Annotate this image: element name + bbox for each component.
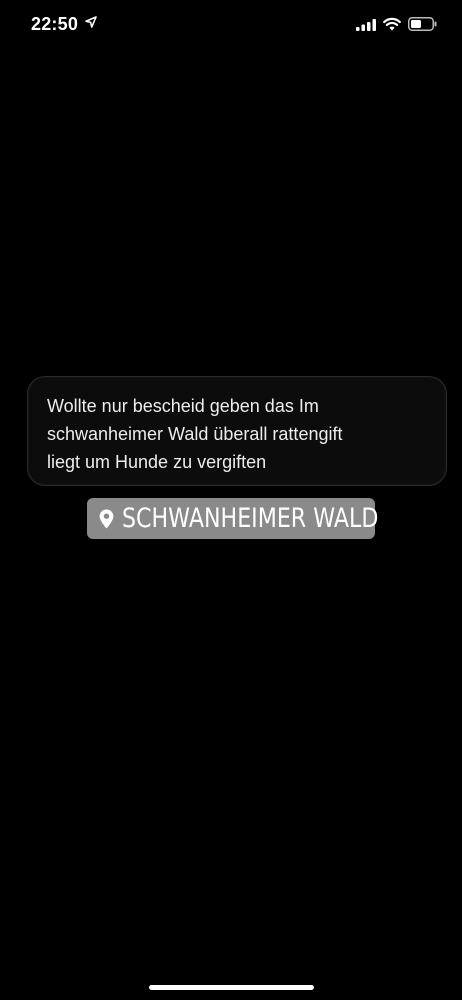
status-time: 22:50 [31, 14, 79, 34]
status-bar: 22:50 [0, 0, 462, 50]
location-arrow-icon [85, 16, 97, 28]
location-sticker[interactable]: SCHWANHEIMER WALD [87, 498, 379, 539]
story-text-line: Wollte nur bescheid geben das Im [47, 396, 319, 416]
story-screen: 22:50 Wollte nur bescheid geben das Im s… [0, 0, 462, 1000]
signal-icon [356, 19, 376, 31]
battery-icon [408, 17, 437, 31]
story-text: Wollte nur bescheid geben das Im schwanh… [47, 392, 427, 476]
story-text-line: schwanheimer Wald überall rattengift [47, 424, 343, 444]
story-text-line: liegt um Hunde zu vergiften [47, 452, 267, 472]
home-indicator[interactable] [149, 985, 314, 990]
map-pin-icon [99, 509, 114, 528]
location-label: SCHWANHEIMER WALD [122, 503, 379, 534]
wifi-icon [383, 17, 401, 31]
